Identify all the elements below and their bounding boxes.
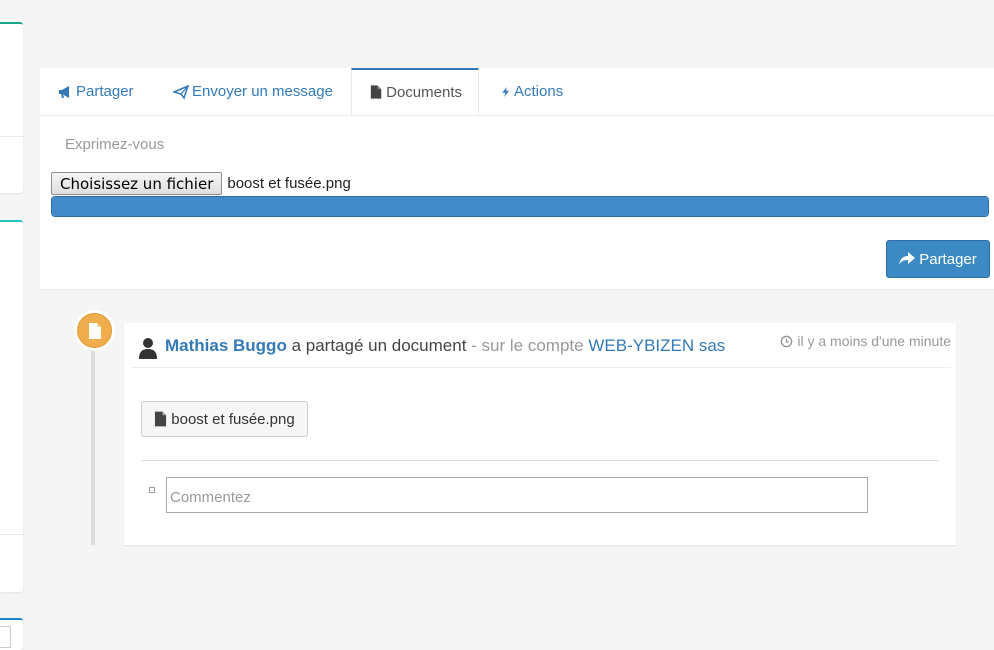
post-divider [141,460,939,461]
tab-label: Documents [386,83,462,101]
file-icon [88,322,101,339]
post-time-text: il y a moins d'une minute [797,333,951,349]
document-label: boost et fusée.png [171,410,295,428]
timeline-line [91,340,95,545]
post-title: Mathias Buggo a partagé un document - su… [165,336,725,356]
file-picker: Choisissez un fichier boost et fusée.png [51,172,351,195]
left-panel-stub-2 [0,220,23,592]
post-account-link[interactable]: WEB-YBIZEN sas [588,336,725,355]
share-button-label: Partager [919,250,977,268]
share-button[interactable]: Partager [886,240,990,278]
chosen-file-name: boost et fusée.png [227,175,351,192]
file-icon [155,411,167,427]
tab-label: Actions [514,83,564,100]
comment-bullet [149,487,155,493]
user-avatar-icon [139,338,157,359]
share-composer: Partager Envoyer un message Documents Ac… [40,68,994,289]
comment-input[interactable] [166,477,868,513]
file-icon [370,85,382,99]
upload-progress-fill [52,197,988,216]
composer-tabs: Partager Envoyer un message Documents Ac… [40,68,994,116]
post-timestamp: il y a moins d'une minute [780,333,951,349]
document-download-button[interactable]: boost et fusée.png [141,401,308,437]
post-author-link[interactable]: Mathias Buggo [165,336,287,355]
tab-actions[interactable]: Actions [501,68,563,115]
activity-post: Mathias Buggo a partagé un document - su… [124,323,956,545]
post-verb: a partagé un document [291,336,467,355]
tab-documents[interactable]: Documents [351,68,479,115]
left-panel-stub-3 [0,618,23,650]
timeline-document-badge [77,313,112,348]
tab-envoyer-message[interactable]: Envoyer un message [173,68,333,115]
post-account-prefix: - sur le compte [471,336,584,355]
choose-file-button[interactable]: Choisissez un fichier [51,172,223,195]
tab-label: Envoyer un message [192,83,333,100]
tab-partager[interactable]: Partager [57,68,134,115]
upload-progress-bar [51,196,989,217]
tab-label: Partager [76,83,134,100]
status-input-placeholder[interactable]: Exprimez-vous [65,136,164,153]
share-arrow-icon [899,252,916,265]
paper-plane-icon [173,84,189,100]
clock-icon [781,335,793,347]
bullhorn-icon [59,85,69,98]
left-panel-stub-1 [0,22,23,193]
post-header: Mathias Buggo a partagé un document - su… [131,323,951,368]
bolt-icon [502,86,510,97]
